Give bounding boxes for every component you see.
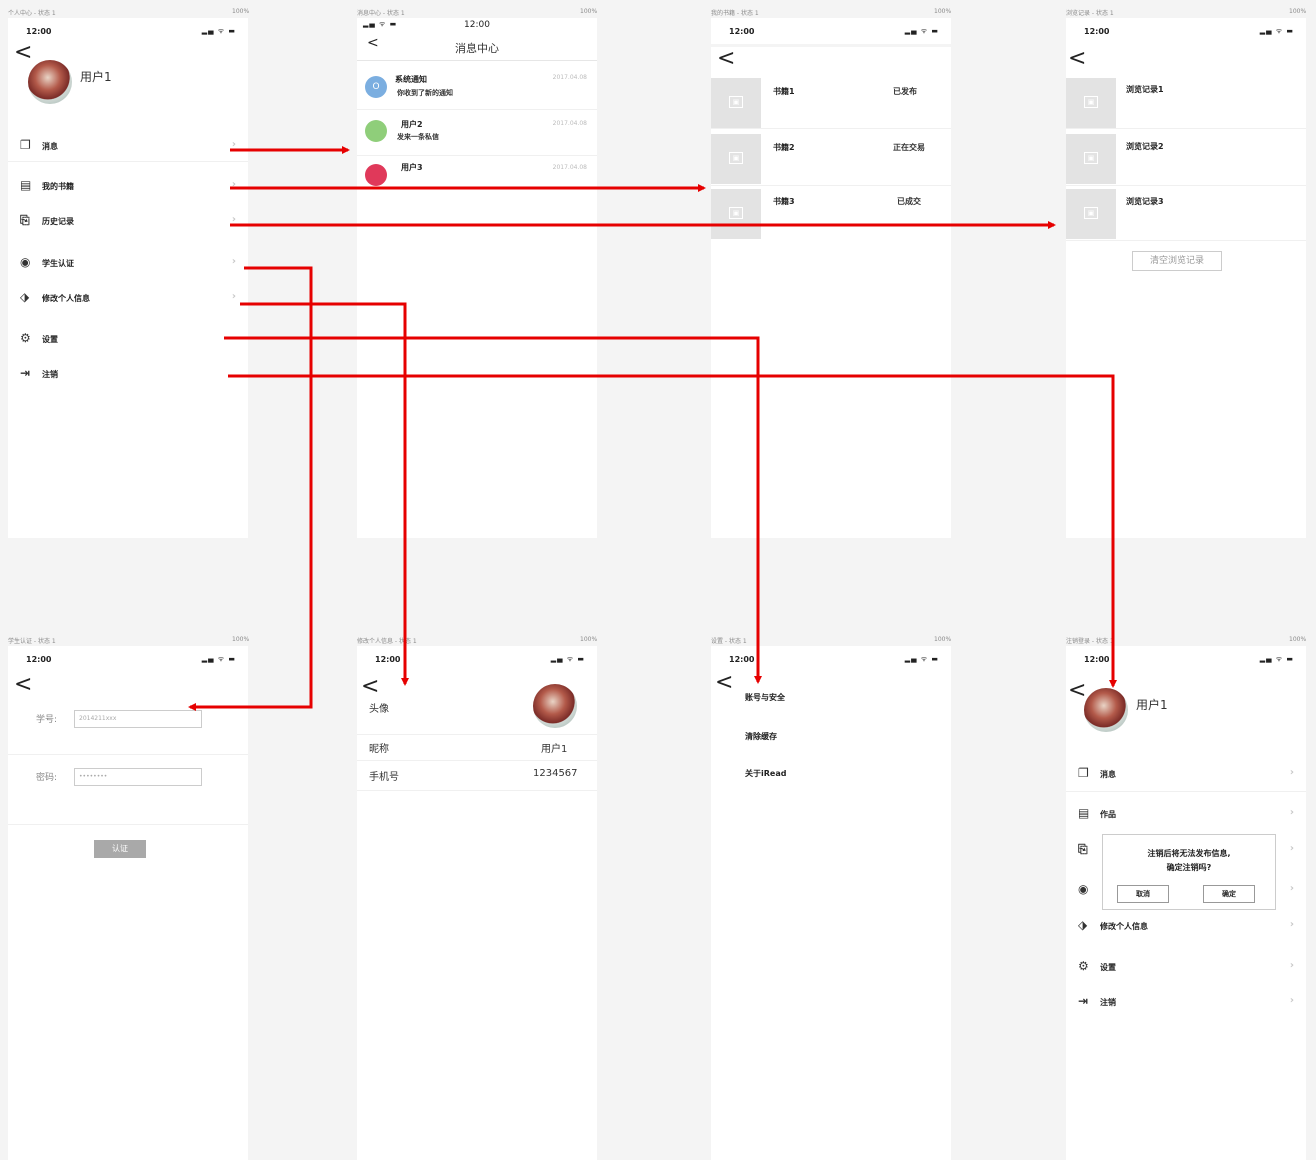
flow-arrows [188, 146, 1117, 711]
arrow-to-student-auth [188, 266, 313, 711]
arrow-to-edit-info [240, 302, 409, 686]
arrow-to-settings [224, 336, 762, 684]
arrow-to-logout [228, 374, 1117, 688]
